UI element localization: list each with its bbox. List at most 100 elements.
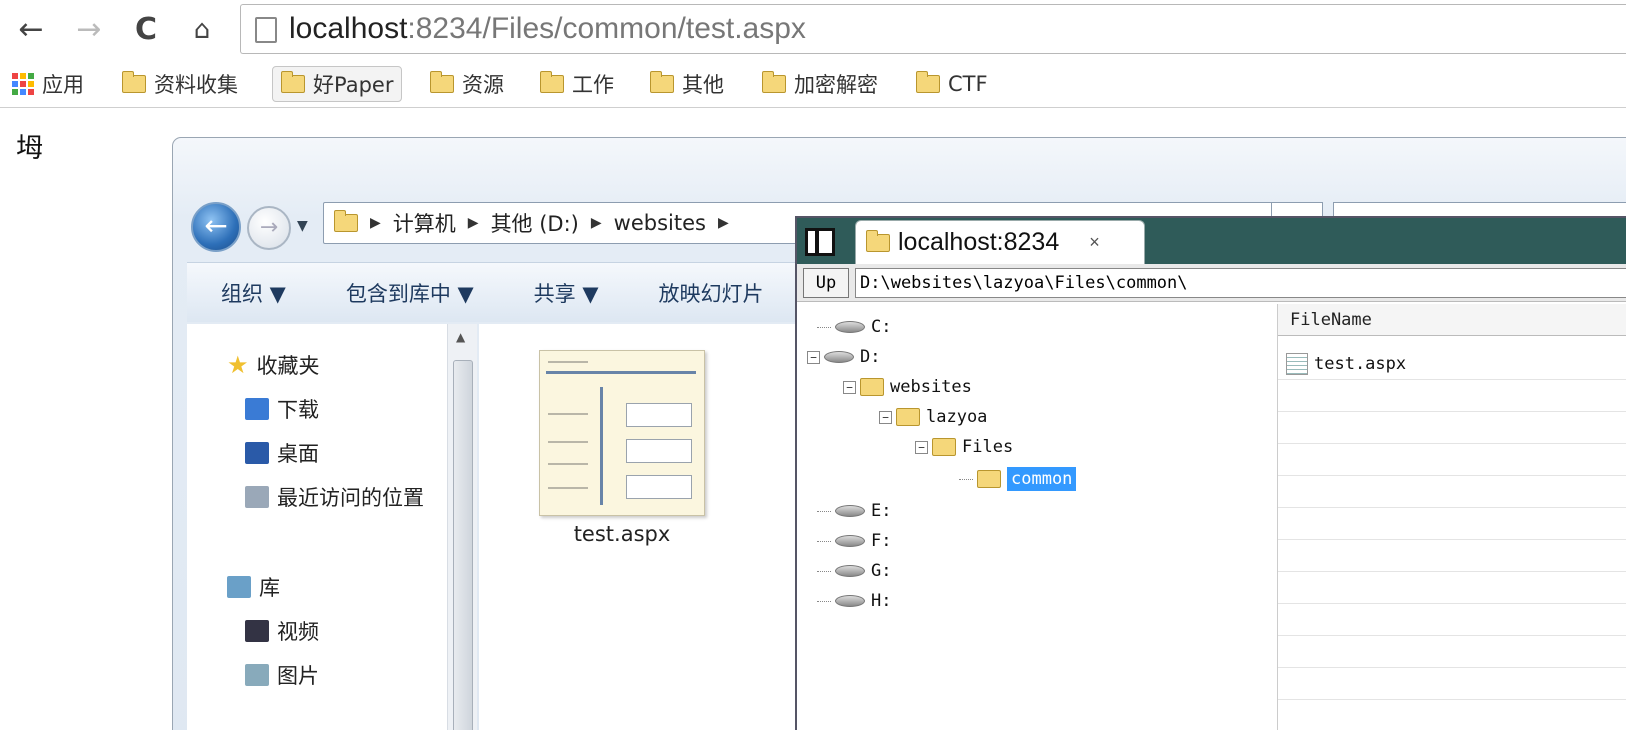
folder-icon <box>977 470 1001 488</box>
drive-icon <box>835 535 865 547</box>
recent-places-icon <box>245 486 269 508</box>
up-button[interactable]: Up <box>803 268 849 298</box>
tree-line <box>817 326 831 328</box>
collapse-icon[interactable]: − <box>879 410 892 424</box>
include-library-menu[interactable]: 包含到库中 ▼ <box>346 278 474 308</box>
tree-label: G: <box>871 561 892 581</box>
file-row[interactable]: test.aspx <box>1278 348 1626 380</box>
video-icon <box>245 620 269 642</box>
close-icon[interactable]: × <box>1089 232 1100 253</box>
nav-item-libraries[interactable]: 库 <box>227 572 280 602</box>
drive-icon <box>835 321 865 333</box>
home-icon[interactable]: ⌂ <box>184 10 220 50</box>
page-icon <box>255 17 277 43</box>
folder-icon <box>916 71 940 93</box>
bookmark-label: 好Paper <box>313 73 394 97</box>
drive-icon <box>824 351 854 363</box>
forward-icon[interactable]: → <box>72 10 106 50</box>
collapse-icon[interactable]: − <box>843 380 856 394</box>
tree-line <box>817 540 831 542</box>
nav-item-label: 下载 <box>277 398 319 422</box>
nav-item-desktop[interactable]: 桌面 <box>245 438 319 468</box>
breadcrumb-separator-icon[interactable]: ▶ <box>591 215 602 231</box>
drive-icon <box>835 595 865 607</box>
nav-scrollbar[interactable]: ▲ <box>447 324 477 730</box>
tree-label: E: <box>871 501 892 521</box>
tree-node-folder[interactable]: − Files <box>915 432 1013 462</box>
tree-label: F: <box>871 531 892 551</box>
organize-menu[interactable]: 组织 ▼ <box>221 278 286 308</box>
collapse-icon[interactable]: − <box>807 350 820 364</box>
webshell-window: localhost:8234 × Up D:\websites\lazyoa\F… <box>795 216 1626 730</box>
webshell-titlebar: localhost:8234 × <box>797 218 1626 264</box>
breadcrumb-item[interactable]: websites <box>614 211 706 235</box>
tree-node-drive[interactable]: G: <box>817 556 891 586</box>
tree-node-drive[interactable]: F: <box>817 526 891 556</box>
tree-node-drive[interactable]: − D: <box>807 342 880 372</box>
drive-icon <box>835 505 865 517</box>
reload-icon[interactable]: C <box>128 10 164 50</box>
webshell-tab[interactable]: localhost:8234 × <box>855 220 1145 264</box>
tree-node-folder[interactable]: − lazyoa <box>879 402 987 432</box>
folder-icon <box>860 378 884 396</box>
address-bar[interactable]: localhost:8234/Files/common/test.aspx <box>240 4 1626 54</box>
empty-row <box>1278 476 1626 508</box>
folder-icon <box>896 408 920 426</box>
bookmark-folder[interactable]: 资料收集 <box>122 66 238 102</box>
breadcrumb-separator-icon[interactable]: ▶ <box>718 215 729 231</box>
empty-row <box>1278 604 1626 636</box>
tree-node-folder-selected[interactable]: common <box>959 464 1077 494</box>
nav-item-pictures[interactable]: 图片 <box>245 660 319 690</box>
tree-node-drive[interactable]: H: <box>817 586 891 616</box>
breadcrumb-separator-icon[interactable]: ▶ <box>468 215 479 231</box>
nav-item-favorites[interactable]: ★ 收藏夹 <box>227 350 320 380</box>
nav-item-label: 图片 <box>277 664 319 688</box>
star-icon: ★ <box>227 351 249 379</box>
tree-node-drive[interactable]: C: <box>817 312 891 342</box>
directory-tree: C: − D: − websites − lazyoa − Files common E… <box>797 304 1275 730</box>
url-text: localhost:8234/Files/common/test.aspx <box>289 9 806 49</box>
scroll-up-icon[interactable]: ▲ <box>456 330 465 344</box>
browser-toolbar: ← → C ⌂ localhost:8234/Files/common/test… <box>0 0 1626 60</box>
tree-line <box>817 510 831 512</box>
share-menu[interactable]: 共享 ▼ <box>534 278 599 308</box>
bookmark-folder[interactable]: 其他 <box>650 66 724 102</box>
breadcrumb-item[interactable]: 计算机 <box>393 208 456 238</box>
path-input[interactable]: D:\websites\lazyoa\Files\common\ <box>855 268 1626 298</box>
breadcrumb-separator-icon[interactable]: ▶ <box>370 215 381 231</box>
collapse-icon[interactable]: − <box>915 440 928 454</box>
column-header-filename[interactable]: FileName <box>1278 304 1626 336</box>
bookmark-folder[interactable]: 好Paper <box>272 66 403 102</box>
bookmark-folder[interactable]: CTF <box>916 66 988 102</box>
bookmark-label: 其他 <box>682 73 724 97</box>
history-dropdown-icon[interactable]: ▼ <box>297 218 308 234</box>
bookmark-folder[interactable]: 工作 <box>540 66 614 102</box>
file-icon <box>1286 352 1308 375</box>
explorer-forward-icon[interactable]: → <box>247 206 291 250</box>
bookmark-label: 应用 <box>42 73 84 97</box>
breadcrumb-item[interactable]: 其他 (D:) <box>491 208 579 238</box>
folder-icon <box>122 71 146 93</box>
file-grid: FileName test.aspx <box>1277 304 1626 730</box>
file-name-label[interactable]: test.aspx <box>539 522 705 546</box>
drive-icon <box>835 565 865 577</box>
bookmark-apps[interactable]: 应用 <box>12 66 84 102</box>
back-icon[interactable]: ← <box>14 10 48 50</box>
explorer-back-icon[interactable]: ← <box>191 202 241 252</box>
desktop-icon <box>245 442 269 464</box>
nav-item-downloads[interactable]: 下载 <box>245 394 319 424</box>
breadcrumb: ▶ 计算机 ▶ 其他 (D:) ▶ websites ▶ <box>334 203 729 243</box>
tree-line <box>817 570 831 572</box>
slideshow-button[interactable]: 放映幻灯片 <box>658 278 763 308</box>
garbled-text: 坶 <box>16 133 43 164</box>
bookmark-folder[interactable]: 资源 <box>430 66 504 102</box>
file-thumbnail-icon[interactable] <box>539 350 705 516</box>
tree-node-folder[interactable]: − websites <box>843 372 972 402</box>
bookmark-folder[interactable]: 加密解密 <box>762 66 878 102</box>
tree-label: C: <box>871 317 892 337</box>
folder-icon <box>540 71 564 93</box>
nav-item-videos[interactable]: 视频 <box>245 616 319 646</box>
nav-item-recent[interactable]: 最近访问的位置 <box>245 482 424 512</box>
scroll-thumb[interactable] <box>453 360 473 730</box>
tree-node-drive[interactable]: E: <box>817 496 891 526</box>
